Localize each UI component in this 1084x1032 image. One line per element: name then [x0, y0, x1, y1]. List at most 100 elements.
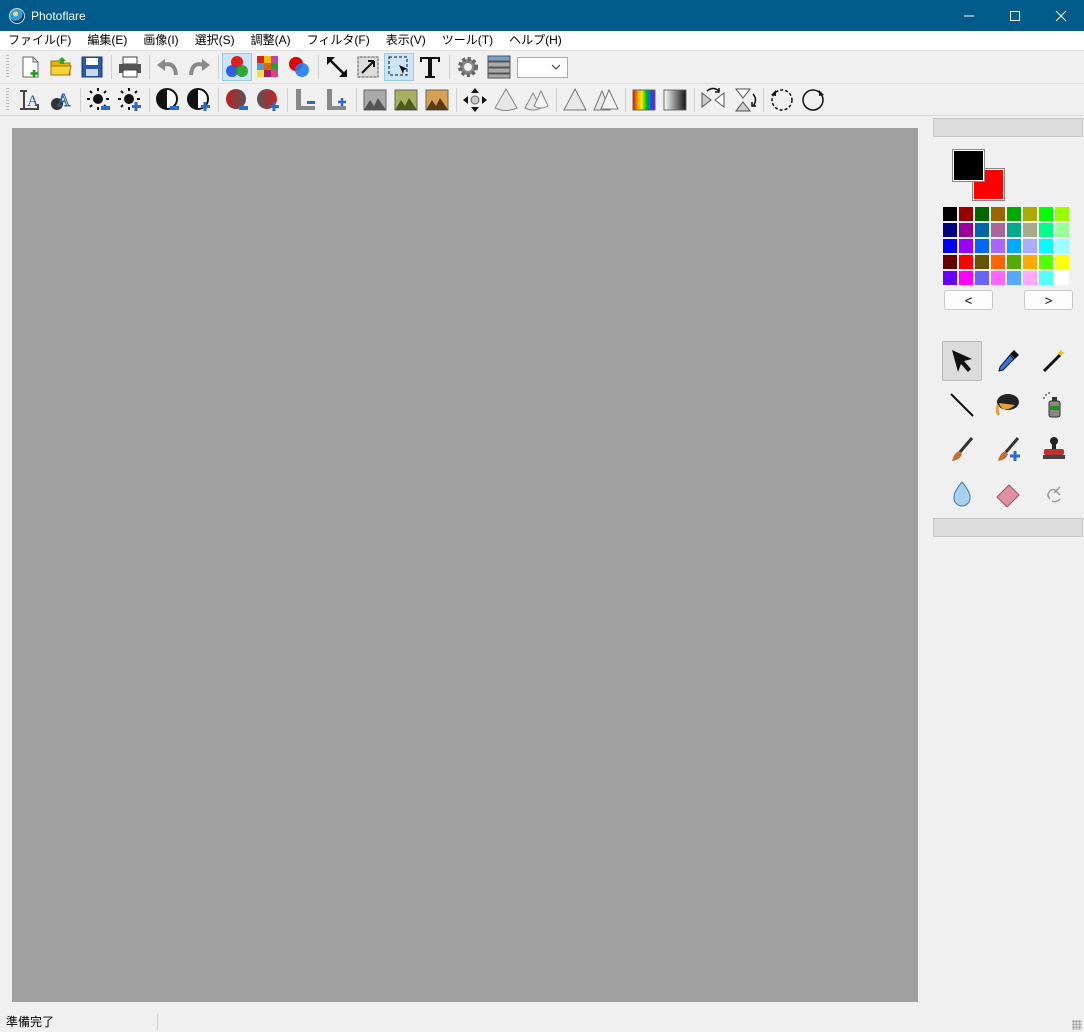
palette-swatch[interactable] [1006, 206, 1022, 222]
smudge-tool[interactable] [1034, 473, 1074, 513]
rotate-left-button[interactable] [767, 86, 797, 114]
palette-swatch[interactable] [1054, 206, 1070, 222]
blur-tool[interactable] [942, 473, 982, 513]
palette-swatch[interactable] [1006, 222, 1022, 238]
palette-swatch[interactable] [1038, 206, 1054, 222]
menu-select[interactable]: 選択(S) [187, 31, 243, 50]
maximize-button[interactable] [992, 0, 1038, 31]
open-button[interactable] [46, 53, 76, 81]
palette-swatch[interactable] [1022, 222, 1038, 238]
palette-swatch[interactable] [1038, 270, 1054, 286]
palette-swatch[interactable] [1038, 238, 1054, 254]
palette-swatch[interactable] [942, 254, 958, 270]
color-circles-button[interactable] [284, 53, 314, 81]
gradient-gray-button[interactable] [660, 86, 690, 114]
palette-swatch[interactable] [990, 206, 1006, 222]
menu-help[interactable]: ヘルプ(H) [501, 31, 570, 50]
tools-panel-header[interactable] [933, 518, 1083, 537]
stamp-tool[interactable] [1034, 429, 1074, 469]
landscape-sepia-button[interactable] [422, 86, 452, 114]
save-button[interactable] [77, 53, 107, 81]
triangle-button[interactable] [560, 86, 590, 114]
palette-swatch[interactable] [1022, 270, 1038, 286]
palette-swatch[interactable] [958, 222, 974, 238]
palette-swatch[interactable] [1022, 254, 1038, 270]
toolbar-grip[interactable] [6, 55, 9, 79]
palette-next-button[interactable]: > [1024, 290, 1073, 310]
palette-swatch[interactable] [958, 270, 974, 286]
move-button[interactable] [460, 86, 490, 114]
gamma-up-button[interactable] [322, 86, 352, 114]
paintbrush-plus-tool[interactable] [988, 429, 1028, 469]
brightness-up-button[interactable] [115, 86, 145, 114]
minimize-button[interactable] [946, 0, 992, 31]
pointer-tool[interactable] [942, 341, 982, 381]
palette-swatch[interactable] [942, 222, 958, 238]
menu-image[interactable]: 画像(I) [135, 31, 186, 50]
cone-button[interactable] [491, 86, 521, 114]
rotate-right-button[interactable] [798, 86, 828, 114]
palette-swatch[interactable] [974, 270, 990, 286]
undo-button[interactable] [153, 53, 183, 81]
palette-swatch[interactable] [958, 206, 974, 222]
palette-swatch[interactable] [1006, 254, 1022, 270]
flip-vertical-button[interactable] [729, 86, 759, 114]
palette-swatch[interactable] [1022, 238, 1038, 254]
palette-swatch[interactable] [1038, 254, 1054, 270]
resize-button[interactable] [322, 53, 352, 81]
palette-swatch[interactable] [1022, 206, 1038, 222]
close-button[interactable] [1038, 0, 1084, 31]
palette-swatch[interactable] [1006, 270, 1022, 286]
menu-adjust[interactable]: 調整(A) [243, 31, 299, 50]
zoom-select[interactable] [517, 56, 568, 78]
text-button[interactable] [415, 53, 445, 81]
brightness-down-button[interactable] [84, 86, 114, 114]
palette-swatch[interactable] [942, 206, 958, 222]
resize-grip[interactable] [1072, 1020, 1082, 1030]
palette-swatch[interactable] [958, 254, 974, 270]
font-outline-button[interactable]: A [46, 86, 76, 114]
crop-button[interactable] [353, 53, 383, 81]
contrast-up-button[interactable] [184, 86, 214, 114]
font-serif-button[interactable]: A [15, 86, 45, 114]
palette-swatch[interactable] [1006, 238, 1022, 254]
menu-file[interactable]: ファイル(F) [0, 31, 79, 50]
saturation-up-button[interactable] [253, 86, 283, 114]
menu-edit[interactable]: 編集(E) [79, 31, 135, 50]
spray-can-tool[interactable] [1034, 385, 1074, 425]
foreground-color[interactable] [952, 149, 985, 182]
menu-view[interactable]: 表示(V) [378, 31, 434, 50]
menu-filter[interactable]: フィルタ(F) [299, 31, 378, 50]
paint-bucket-tool[interactable] [988, 385, 1028, 425]
print-button[interactable] [115, 53, 145, 81]
palette-swatch[interactable] [974, 238, 990, 254]
palette-swatch[interactable] [1038, 222, 1054, 238]
line-tool[interactable] [942, 385, 982, 425]
palette-swatch[interactable] [974, 222, 990, 238]
saturation-down-button[interactable] [222, 86, 252, 114]
eraser-tool[interactable] [988, 473, 1028, 513]
gamma-down-button[interactable] [291, 86, 321, 114]
select-button[interactable] [384, 53, 414, 81]
palette-swatch[interactable] [990, 222, 1006, 238]
color-mode-button[interactable] [222, 53, 252, 81]
landscape-gray-button[interactable] [360, 86, 390, 114]
palette-swatch[interactable] [1054, 238, 1070, 254]
toolbar-grip[interactable] [6, 87, 9, 112]
palette-swatch[interactable] [1054, 222, 1070, 238]
palette-swatch[interactable] [990, 270, 1006, 286]
palette-swatch[interactable] [942, 270, 958, 286]
landscape-green-button[interactable] [391, 86, 421, 114]
eyedropper-tool[interactable] [988, 341, 1028, 381]
new-file-button[interactable] [15, 53, 45, 81]
palette-swatch[interactable] [1054, 254, 1070, 270]
palette-swatch[interactable] [990, 238, 1006, 254]
palette-prev-button[interactable]: < [944, 290, 993, 310]
palette-swatch[interactable] [942, 238, 958, 254]
magic-wand-tool[interactable] [1034, 341, 1074, 381]
gradient-rainbow-button[interactable] [629, 86, 659, 114]
palette-swatch[interactable] [990, 254, 1006, 270]
palette-button[interactable] [253, 53, 283, 81]
redo-button[interactable] [184, 53, 214, 81]
flip-horizontal-button[interactable] [698, 86, 728, 114]
